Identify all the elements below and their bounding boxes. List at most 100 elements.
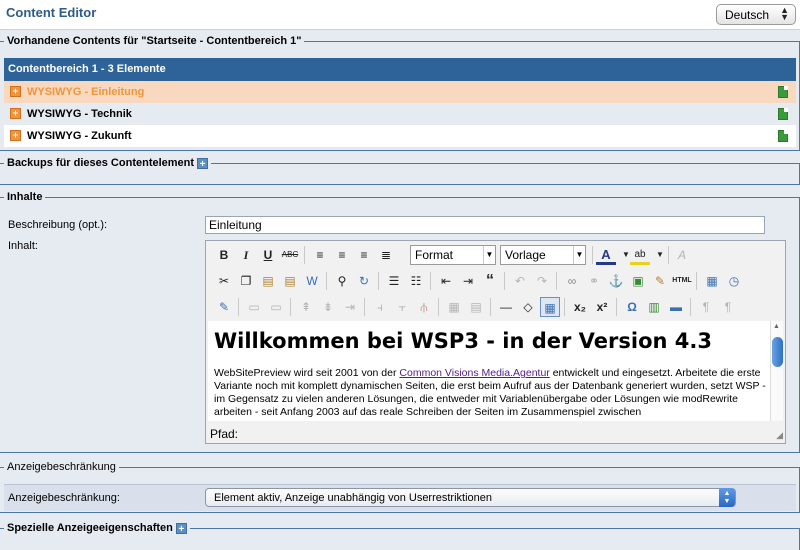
- insert-row-after-icon[interactable]: ⇟: [318, 297, 338, 317]
- table-icon[interactable]: ▦: [540, 297, 560, 317]
- redo-icon[interactable]: ↷: [532, 271, 552, 291]
- dropdown-arrow-icon[interactable]: ▼: [650, 245, 670, 265]
- outdent-icon[interactable]: ⇤: [436, 271, 456, 291]
- highlight-color-icon[interactable]: ab: [630, 245, 650, 265]
- page-icon[interactable]: [778, 130, 788, 142]
- subscript-icon[interactable]: x₂: [570, 297, 590, 317]
- edit-css-icon[interactable]: ✎: [214, 297, 234, 317]
- page-title: Content Editor: [6, 5, 97, 20]
- editor-scrollbar[interactable]: ▲: [770, 321, 783, 421]
- ltr-icon[interactable]: ¶: [696, 297, 716, 317]
- remove-format-icon[interactable]: A: [672, 245, 692, 265]
- page-icon[interactable]: [778, 108, 788, 120]
- delete-col-icon[interactable]: ⫛: [414, 297, 434, 317]
- paragraph-text-start: WebSitePreview wird seit 2001 von der: [214, 367, 400, 379]
- horizontal-rule-icon[interactable]: —: [496, 297, 516, 317]
- backups-legend-text: Backups für dieses Contentelement: [7, 157, 195, 169]
- content-item-label: WYSIWYG - Technik: [27, 108, 132, 120]
- toolbar-row-3: ✎ ▭ ▭ ⇞ ⇟ ⇥ ⫞ ⫟ ⫛ ▦ ▤ — ◇ ▦ x₂ x² Ω ▥ ▬ …: [210, 295, 782, 319]
- delete-row-icon[interactable]: ⇥: [340, 297, 360, 317]
- editor-content-area[interactable]: Willkommen bei WSP3 - in der Version 4.3…: [208, 321, 772, 421]
- insert-time-icon[interactable]: ◷: [724, 271, 744, 291]
- expand-plus-icon[interactable]: +: [197, 157, 209, 170]
- scrollbar-thumb[interactable]: [772, 337, 783, 367]
- eraser-icon[interactable]: ◇: [518, 297, 538, 317]
- updown-arrows-icon: ▲ ▼: [780, 5, 789, 22]
- copy-icon[interactable]: ❐: [236, 271, 256, 291]
- html-source-icon[interactable]: HTML: [672, 271, 692, 291]
- toolbar-separator: [290, 298, 291, 316]
- toolbar-separator: [504, 272, 505, 290]
- paste-word-icon[interactable]: W: [302, 271, 322, 291]
- spezielle-section-legend: Spezielle Anzeigeeigenschaften +: [4, 521, 190, 535]
- font-color-icon[interactable]: A: [596, 245, 616, 265]
- rtl-icon[interactable]: ¶: [718, 297, 738, 317]
- expand-icon[interactable]: +: [10, 130, 21, 141]
- table-cell-props-icon[interactable]: ▭: [266, 297, 286, 317]
- dropdown-arrow-icon: ▼: [483, 246, 495, 264]
- anchor-icon[interactable]: ⚓: [606, 271, 626, 291]
- paste-icon[interactable]: ▤: [258, 271, 278, 291]
- undo-icon[interactable]: ↶: [510, 271, 530, 291]
- content-item-label: WYSIWYG - Einleitung: [27, 86, 145, 98]
- merge-cells-icon[interactable]: ▤: [466, 297, 486, 317]
- insert-row-before-icon[interactable]: ⇞: [296, 297, 316, 317]
- beschreibung-input[interactable]: Einleitung: [205, 216, 765, 234]
- find-icon[interactable]: ⚲: [332, 271, 352, 291]
- header-bar: Content Editor Deutsch ▲ ▼: [0, 0, 800, 30]
- page-icon[interactable]: [778, 86, 788, 98]
- resize-handle-icon[interactable]: ◢: [776, 430, 783, 441]
- bold-icon[interactable]: B: [214, 245, 234, 265]
- align-right-icon[interactable]: ≡: [354, 245, 374, 265]
- content-heading: Willkommen bei WSP3 - in der Version 4.3: [214, 329, 712, 353]
- insert-col-after-icon[interactable]: ⫟: [392, 297, 412, 317]
- expand-icon[interactable]: +: [10, 108, 21, 119]
- content-item-zukunft[interactable]: + WYSIWYG - Zukunft: [4, 125, 796, 147]
- unlink-icon[interactable]: ⚭: [584, 271, 604, 291]
- numbered-list-icon[interactable]: ☷: [406, 271, 426, 291]
- content-item-einleitung[interactable]: + WYSIWYG - Einleitung: [4, 81, 796, 103]
- toolbar-separator: [364, 298, 365, 316]
- insert-col-before-icon[interactable]: ⫞: [370, 297, 390, 317]
- expand-icon[interactable]: +: [10, 86, 21, 97]
- vorlage-select-value: Vorlage: [505, 248, 546, 262]
- bullet-list-icon[interactable]: ☰: [384, 271, 404, 291]
- underline-icon[interactable]: U: [258, 245, 278, 265]
- content-item-technik[interactable]: + WYSIWYG - Technik: [4, 103, 796, 125]
- input-field-icon[interactable]: ▬: [666, 297, 686, 317]
- special-char-icon[interactable]: Ω: [622, 297, 642, 317]
- cleanup-icon[interactable]: ✎: [650, 271, 670, 291]
- strikethrough-icon[interactable]: ABC: [280, 245, 300, 265]
- cut-icon[interactable]: ✂: [214, 271, 234, 291]
- replace-icon[interactable]: ↻: [354, 271, 374, 291]
- anzeige-select-value: Element aktiv, Anzeige unabhängig von Us…: [214, 492, 493, 504]
- language-select[interactable]: Deutsch ▲ ▼: [716, 4, 796, 25]
- indent-icon[interactable]: ⇥: [458, 271, 478, 291]
- media-icon[interactable]: ▥: [644, 297, 664, 317]
- vorlage-select[interactable]: Vorlage ▼: [500, 245, 586, 265]
- dropdown-arrow-icon: ▼: [573, 246, 585, 264]
- beschreibung-label: Beschreibung (opt.):: [8, 219, 108, 231]
- link-icon[interactable]: ∞: [562, 271, 582, 291]
- toolbar-separator: [690, 298, 691, 316]
- table-row-props-icon[interactable]: ▭: [244, 297, 264, 317]
- split-cells-icon[interactable]: ▦: [444, 297, 464, 317]
- align-center-icon[interactable]: ≡: [332, 245, 352, 265]
- content-paragraph: WebSitePreview wird seit 2001 von der Co…: [214, 367, 766, 419]
- anzeige-select[interactable]: Element aktiv, Anzeige unabhängig von Us…: [205, 488, 736, 507]
- italic-icon[interactable]: I: [236, 245, 256, 265]
- agency-link[interactable]: Common Visions Media.Agentur: [399, 367, 549, 379]
- paste-text-icon[interactable]: ▤: [280, 271, 300, 291]
- expand-plus-icon[interactable]: +: [175, 522, 187, 535]
- blockquote-icon[interactable]: “: [480, 271, 500, 291]
- align-justify-icon[interactable]: ≣: [376, 245, 396, 265]
- image-icon[interactable]: ▣: [628, 271, 648, 291]
- superscript-icon[interactable]: x²: [592, 297, 612, 317]
- toolbar-separator: [592, 246, 593, 264]
- align-left-icon[interactable]: ≡: [310, 245, 330, 265]
- scroll-up-icon[interactable]: ▲: [773, 323, 780, 330]
- insert-date-icon[interactable]: ▦: [702, 271, 722, 291]
- backups-section: Backups für dieses Contentelement +: [0, 156, 800, 185]
- content-list-header: Contentbereich 1 - 3 Elemente: [4, 58, 796, 81]
- format-select[interactable]: Format ▼: [410, 245, 496, 265]
